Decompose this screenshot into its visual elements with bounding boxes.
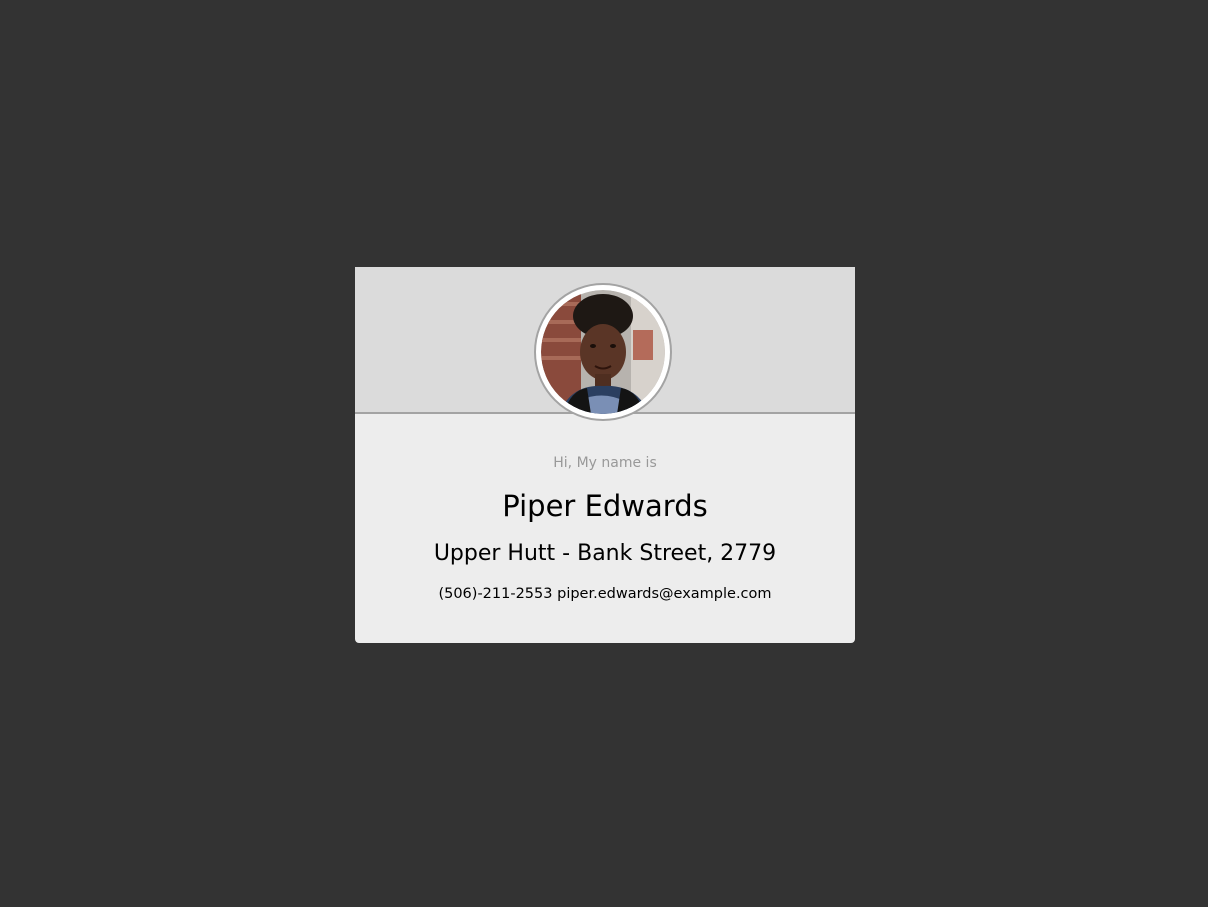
- contact-line: (506)-211-2553 piper.edwards@example.com: [355, 584, 855, 604]
- email-address: piper.edwards@example.com: [557, 586, 772, 602]
- person-name: Piper Edwards: [502, 489, 708, 523]
- phone-number: (506)-211-2553: [438, 586, 553, 602]
- person-address: Upper Hutt - Bank Street, 2779: [433, 541, 777, 566]
- avatar: [534, 283, 672, 421]
- avatar-photo: [541, 290, 665, 414]
- greeting-label: Hi, My name is: [553, 455, 657, 471]
- profile-card: Hi, My name is Piper Edwards Upper Hutt …: [355, 267, 855, 643]
- card-header: [355, 267, 855, 421]
